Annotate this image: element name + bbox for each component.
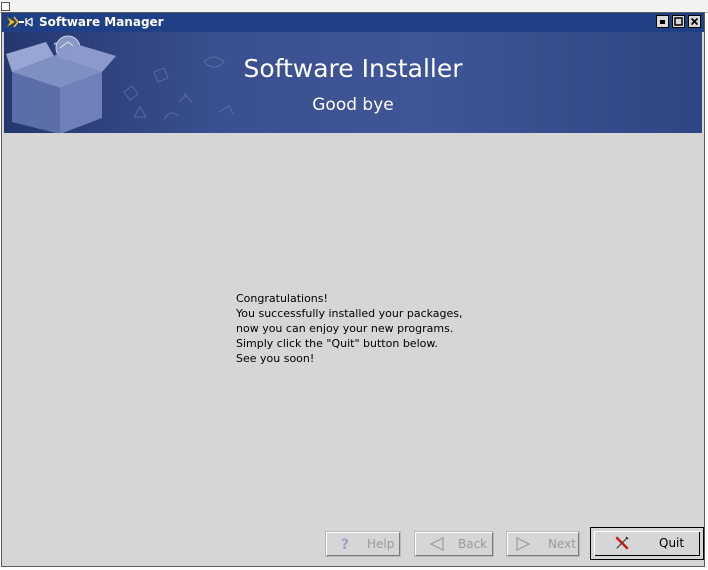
message-line: You successfully installed your packages… xyxy=(236,307,463,320)
message-line: See you soon! xyxy=(236,352,315,365)
minimize-button[interactable] xyxy=(656,15,669,28)
app-menu-icon[interactable] xyxy=(5,14,35,30)
close-icon xyxy=(690,17,699,26)
quit-label: Quit xyxy=(659,536,685,550)
software-manager-window: Software Manager Software Installer Good… xyxy=(1,12,705,567)
completion-message: Congratulations! You successfully instal… xyxy=(236,291,463,366)
back-label: Back xyxy=(458,537,488,551)
title-bar[interactable]: Software Manager xyxy=(2,13,704,32)
maximize-button[interactable] xyxy=(672,15,685,28)
quit-button-focus-frame: Quit xyxy=(590,527,704,560)
help-button[interactable]: ? Help xyxy=(325,531,401,557)
quit-button[interactable]: Quit xyxy=(594,531,700,556)
help-label: Help xyxy=(367,537,395,551)
right-arrow-icon xyxy=(516,537,531,551)
maximize-icon xyxy=(674,17,683,26)
next-label: Next xyxy=(548,537,576,551)
next-button[interactable]: Next xyxy=(506,531,580,557)
question-icon: ? xyxy=(341,537,349,552)
message-line: Congratulations! xyxy=(236,292,328,305)
window-title: Software Manager xyxy=(39,15,164,29)
close-button[interactable] xyxy=(688,15,701,28)
svg-text:?: ? xyxy=(341,537,349,552)
minimize-icon xyxy=(660,20,665,24)
back-button[interactable]: Back xyxy=(414,531,494,557)
message-line: now you can enjoy your new programs. xyxy=(236,322,454,335)
x-icon xyxy=(615,536,629,550)
banner-subtitle: Good bye xyxy=(312,95,394,115)
banner-title: Software Installer xyxy=(243,54,463,83)
message-line: Simply click the "Quit" button below. xyxy=(236,337,438,350)
left-arrow-icon xyxy=(429,537,444,551)
corner-square-icon xyxy=(1,2,10,11)
header-banner: Software Installer Good bye xyxy=(4,32,702,133)
